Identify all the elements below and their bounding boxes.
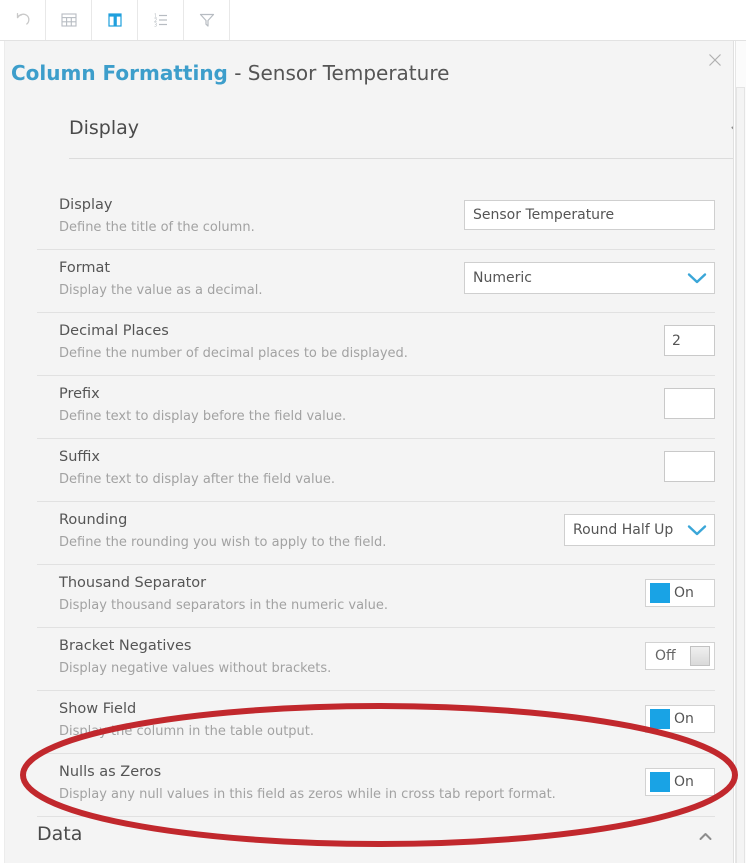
undo-icon <box>13 10 33 30</box>
row-label: Prefix <box>59 386 100 402</box>
vertical-scrollbar[interactable] <box>735 41 746 863</box>
prefix-input[interactable] <box>664 388 715 419</box>
close-icon <box>707 52 723 72</box>
row-description: Define text to display before the field … <box>59 409 347 424</box>
show-field-toggle[interactable]: On <box>645 705 715 733</box>
row-decimal-places: Decimal Places Define the number of deci… <box>37 313 715 376</box>
scrollbar-thumb[interactable] <box>736 87 745 863</box>
column-icon <box>105 10 125 30</box>
column-formatting-button[interactable] <box>92 0 138 40</box>
format-select[interactable]: Numeric <box>464 262 715 294</box>
page-title: Column Formatting - Sensor Temperature <box>11 61 449 85</box>
table-icon <box>59 10 79 30</box>
row-description: Define the title of the column. <box>59 220 255 235</box>
row-description: Define the rounding you wish to apply to… <box>59 535 387 550</box>
close-button[interactable] <box>705 52 725 72</box>
toggle-switch-icon <box>650 772 670 792</box>
row-display: Display Define the title of the column. <box>37 187 715 250</box>
display-title-input[interactable] <box>464 200 715 230</box>
row-label: Thousand Separator <box>59 575 207 591</box>
svg-text:3: 3 <box>154 22 157 28</box>
page-title-sub: - Sensor Temperature <box>234 61 450 85</box>
toggle-state-label: Off <box>655 648 676 664</box>
row-label: Display <box>59 197 113 213</box>
row-format: Format Display the value as a decimal. N… <box>37 250 715 313</box>
format-select-value: Numeric <box>473 270 532 286</box>
page-title-accent: Column Formatting <box>11 61 228 85</box>
suffix-input[interactable] <box>664 451 715 482</box>
filter-icon <box>197 10 217 30</box>
decimal-places-input[interactable] <box>664 325 715 356</box>
toggle-switch-icon <box>650 709 670 729</box>
section-title-data: Data <box>37 823 83 845</box>
row-suffix: Suffix Define text to display after the … <box>37 439 715 502</box>
list-button[interactable]: 1 2 3 <box>138 0 184 40</box>
toggle-state-label: On <box>674 585 694 601</box>
toggle-state-label: On <box>674 711 694 727</box>
chevron-up-icon[interactable] <box>699 831 712 843</box>
row-description: Define the number of decimal places to b… <box>59 346 408 361</box>
row-description: Display thousand separators in the numer… <box>59 598 389 613</box>
row-thousand-separator: Thousand Separator Display thousand sepa… <box>37 565 715 628</box>
row-label: Decimal Places <box>59 323 169 339</box>
rounding-select[interactable]: Round Half Up <box>564 514 715 546</box>
row-prefix: Prefix Define text to display before the… <box>37 376 715 439</box>
toggle-switch-icon <box>690 646 710 666</box>
row-description: Display any null values in this field as… <box>59 787 556 802</box>
row-bracket-negatives: Bracket Negatives Display negative value… <box>37 628 715 691</box>
row-label: Bracket Negatives <box>59 638 192 654</box>
row-label: Nulls as Zeros <box>59 764 162 780</box>
row-nulls-as-zeros: Nulls as Zeros Display any null values i… <box>37 754 715 817</box>
section-header-display[interactable]: Display <box>69 103 733 159</box>
row-description: Display the column in the table output. <box>59 724 315 739</box>
filter-button[interactable] <box>184 0 230 40</box>
chevron-down-icon[interactable] <box>731 125 733 137</box>
section-header-data[interactable]: Data <box>37 811 715 863</box>
app-root: 1 2 3 Column Formatting - Sensor Tempera… <box>0 0 746 863</box>
settings-list: Display Define the title of the column. … <box>37 187 715 817</box>
bracket-negatives-toggle[interactable]: Off <box>645 642 715 670</box>
toggle-state-label: On <box>674 774 694 790</box>
row-label: Format <box>59 260 111 276</box>
section-title-display: Display <box>69 117 140 139</box>
thousand-separator-toggle[interactable]: On <box>645 579 715 607</box>
rounding-select-value: Round Half Up <box>573 522 674 538</box>
list-icon: 1 2 3 <box>151 10 171 30</box>
undo-button[interactable] <box>0 0 46 40</box>
table-button[interactable] <box>46 0 92 40</box>
row-show-field: Show Field Display the column in the tab… <box>37 691 715 754</box>
row-label: Show Field <box>59 701 137 717</box>
column-formatting-panel: Column Formatting - Sensor Temperature D… <box>4 41 734 863</box>
row-description: Display negative values without brackets… <box>59 661 332 676</box>
nulls-as-zeros-toggle[interactable]: On <box>645 768 715 796</box>
dialog-header: Column Formatting - Sensor Temperature <box>5 41 733 103</box>
toggle-switch-icon <box>650 583 670 603</box>
row-label: Suffix <box>59 449 100 465</box>
row-rounding: Rounding Define the rounding you wish to… <box>37 502 715 565</box>
row-label: Rounding <box>59 512 128 528</box>
row-description: Define text to display after the field v… <box>59 472 336 487</box>
chevron-down-icon <box>680 523 714 537</box>
toolbar: 1 2 3 <box>0 0 746 41</box>
row-description: Display the value as a decimal. <box>59 283 263 298</box>
chevron-down-icon <box>680 271 714 285</box>
